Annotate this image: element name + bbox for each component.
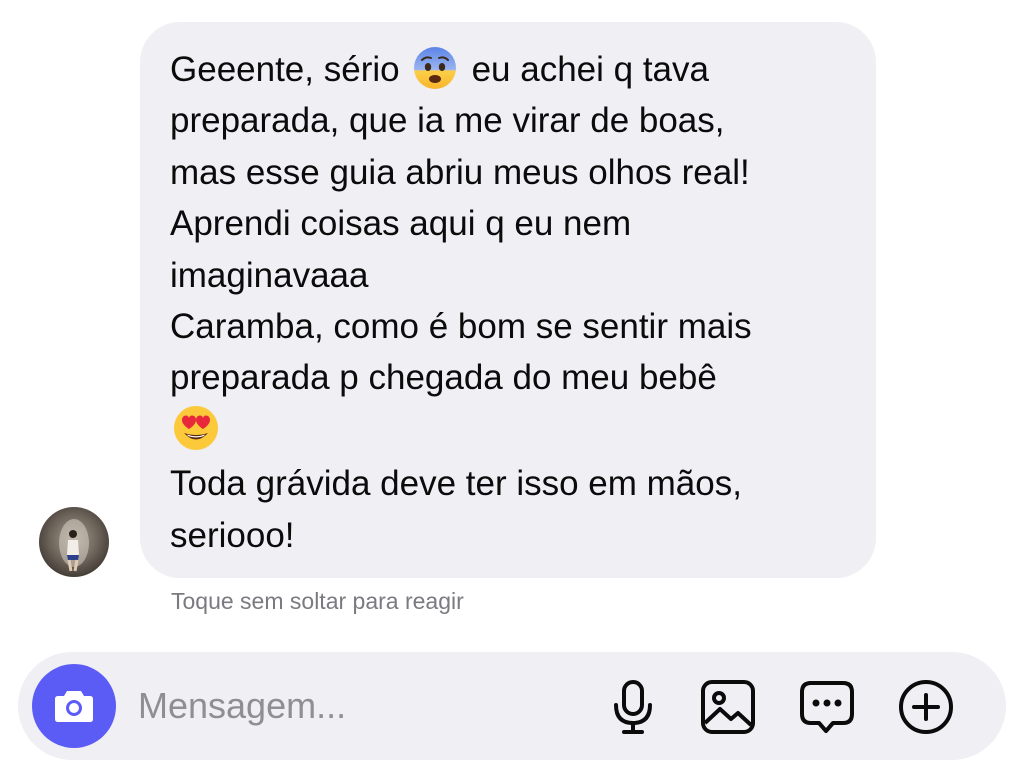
message-line: Geeente, sério eu achei q tava [170, 44, 846, 95]
message-line: mas esse guia abriu meus olhos real! [170, 152, 750, 192]
message-line: Aprendi coisas aqui q eu nem [170, 204, 632, 244]
message-input[interactable] [138, 680, 578, 732]
image-icon [700, 679, 756, 735]
message-line: imaginavaaa [170, 255, 369, 295]
voice-button[interactable] [604, 678, 662, 736]
message-line-text: eu achei q tava [471, 50, 709, 89]
sticker-button[interactable] [798, 678, 856, 736]
message-line: preparada, que ia me virar de boas, [170, 101, 725, 141]
chat-screen: Geeente, sério eu achei q tava preparada… [0, 0, 1024, 780]
gallery-button[interactable] [699, 678, 757, 736]
react-hint: Toque sem soltar para reagir [171, 588, 464, 614]
message-line: seriooo! [170, 515, 295, 555]
plus-circle-icon [897, 678, 955, 736]
message-line: Toda grávida deve ter isso em mãos, [170, 464, 742, 504]
message-bubble[interactable]: Geeente, sério eu achei q tava preparada… [140, 22, 876, 578]
camera-icon [52, 687, 96, 725]
more-button[interactable] [897, 678, 955, 736]
message-line: preparada p chegada do meu bebê [170, 358, 717, 398]
sticker-message-icon [799, 679, 855, 735]
heart-eyes-emoji-icon [172, 404, 220, 452]
microphone-icon [610, 679, 656, 735]
message-line: Caramba, como é bom se sentir mais [170, 307, 752, 347]
sender-avatar[interactable] [39, 507, 109, 577]
camera-button[interactable] [32, 664, 116, 748]
message-line [170, 404, 846, 458]
fearful-face-emoji-icon [412, 45, 458, 91]
message-line-text: Geeente, sério [170, 50, 400, 89]
message-composer [18, 652, 1006, 760]
